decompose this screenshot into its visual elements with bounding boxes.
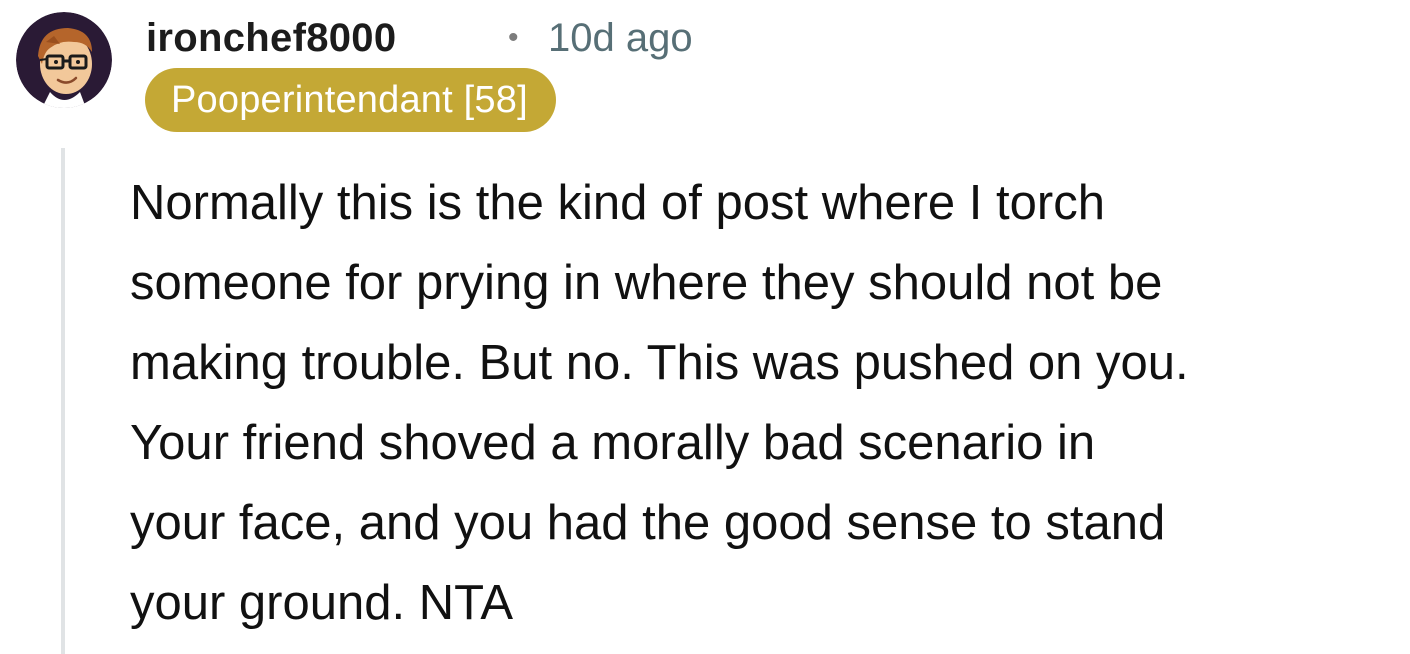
- avatar-icon: [16, 12, 112, 108]
- thread-line[interactable]: [61, 148, 65, 654]
- comment-body-line: Your friend shoved a morally bad scenari…: [130, 416, 1096, 470]
- comment-body-line: making trouble. But no. This was pushed …: [130, 336, 1189, 390]
- comment-body-line: Normally this is the kind of post where …: [130, 176, 1105, 230]
- comment-body-line: your face, and you had the good sense to…: [130, 496, 1166, 550]
- comment-author[interactable]: ironchef8000: [146, 12, 396, 64]
- comment-body: Normally this is the kind of post where …: [130, 163, 1400, 643]
- meta-separator: •: [508, 21, 519, 54]
- user-flair-badge: Pooperintendant [58]: [145, 68, 556, 132]
- comment-body-line: your ground. NTA: [130, 576, 514, 630]
- avatar[interactable]: [16, 12, 112, 108]
- comment-body-line: someone for prying in where they should …: [130, 256, 1163, 310]
- comment-timestamp[interactable]: 10d ago: [548, 12, 693, 64]
- comment: ironchef8000 • 10d ago Pooperintendant […: [0, 0, 1410, 654]
